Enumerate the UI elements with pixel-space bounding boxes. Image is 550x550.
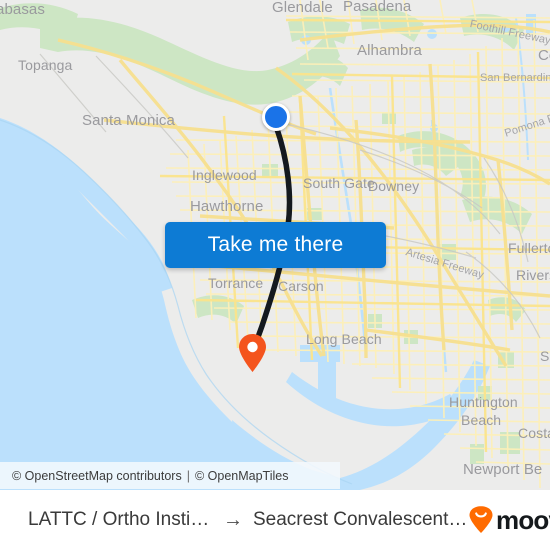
moovit-pin-icon bbox=[469, 506, 493, 533]
attribution-osm[interactable]: © OpenStreetMap contributors bbox=[12, 469, 182, 483]
map-attribution: © OpenStreetMap contributors | © OpenMap… bbox=[0, 462, 340, 489]
attribution-separator: | bbox=[186, 468, 190, 483]
trip-origin-label[interactable]: LATTC / Ortho Instit… bbox=[28, 509, 213, 531]
origin-dot-marker[interactable] bbox=[262, 103, 290, 131]
destination-pin-marker[interactable] bbox=[238, 333, 267, 373]
map-canvas[interactable]: abasas Topanga Santa Monica Glendale Pasaden… bbox=[0, 0, 550, 490]
trip-summary-bar: LATTC / Ortho Instit… → Seacrest Convale… bbox=[0, 490, 550, 550]
take-me-there-button[interactable]: Take me there bbox=[165, 222, 386, 268]
moovit-logo[interactable]: moovit bbox=[468, 505, 550, 536]
trip-arrow-icon: → bbox=[223, 509, 243, 531]
moovit-wordmark: moovit bbox=[496, 504, 550, 535]
attribution-openmaptiles[interactable]: © OpenMapTiles bbox=[195, 469, 289, 483]
moovit-trip-map-screen: abasas Topanga Santa Monica Glendale Pasaden… bbox=[0, 0, 550, 550]
trip-destination-label[interactable]: Seacrest Convalescent Hos… bbox=[253, 509, 468, 531]
